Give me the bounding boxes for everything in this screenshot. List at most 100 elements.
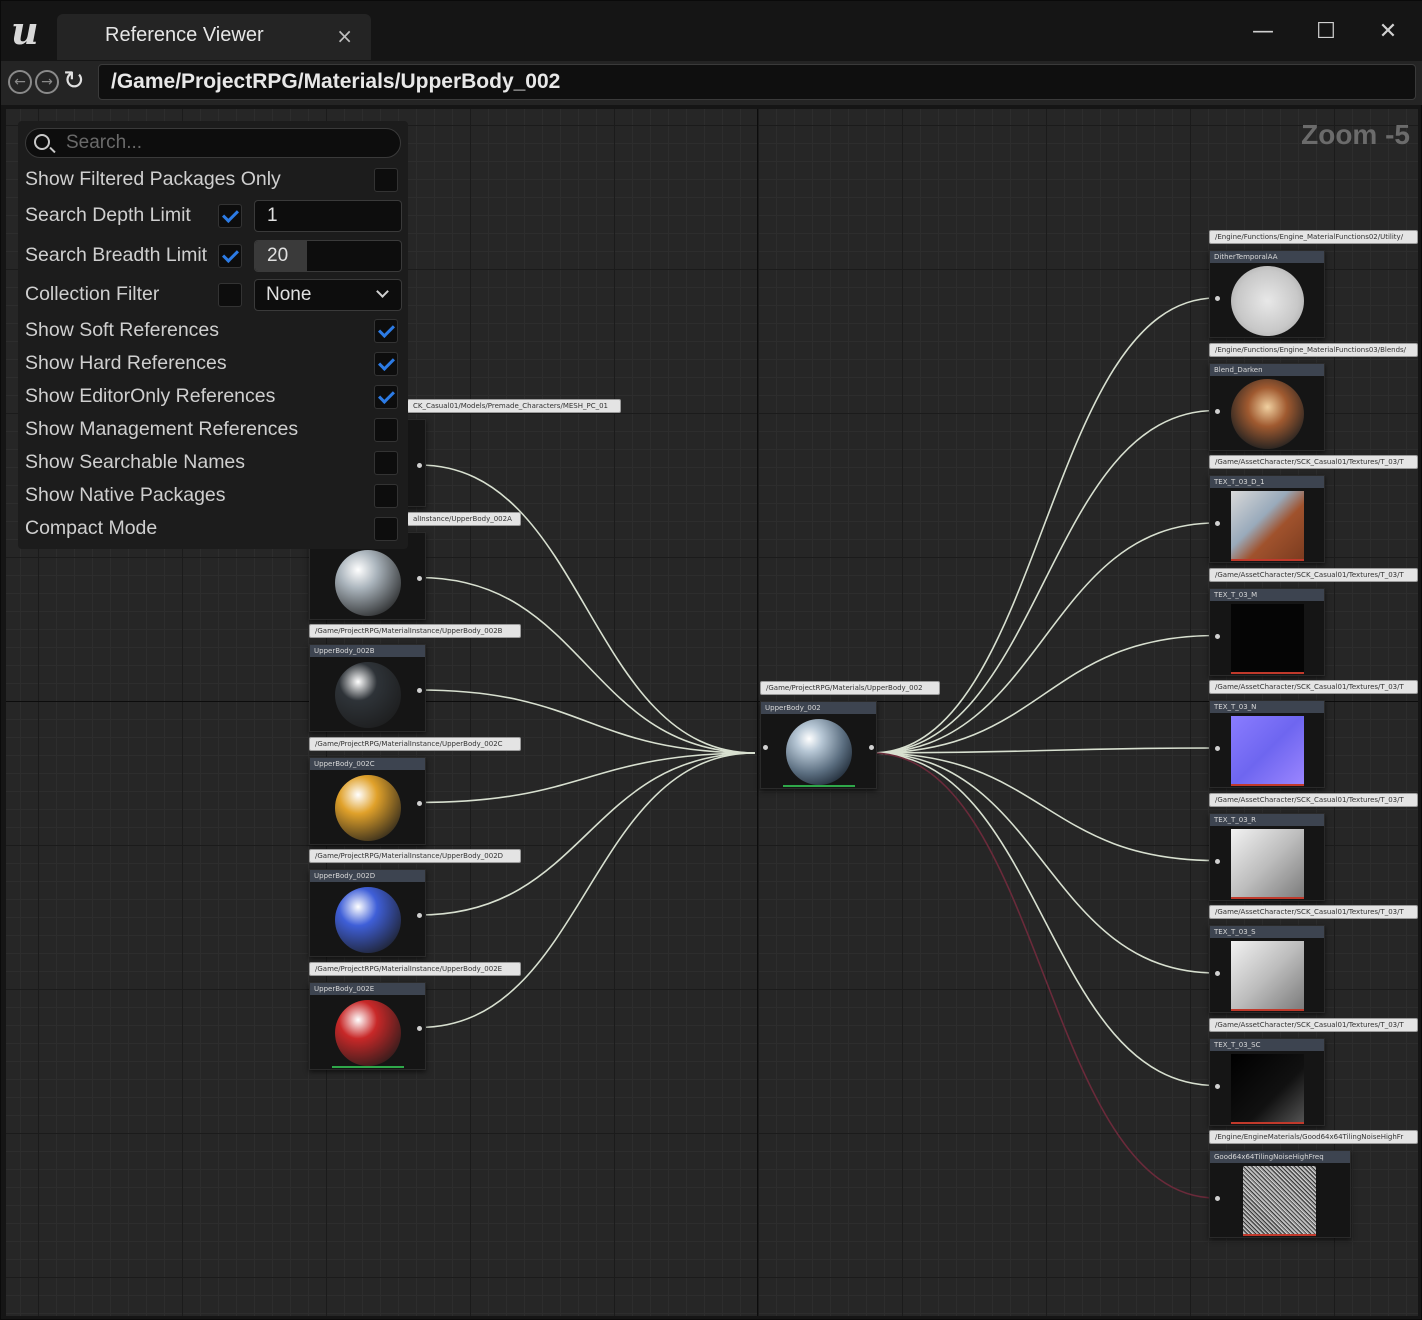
node-path-label: /Game/AssetCharacter/SCK_Casual01/Textur… (1209, 792, 1418, 807)
search-breadth-limit-checkbox[interactable] (218, 244, 242, 268)
show-native-packages-checkbox[interactable] (374, 484, 398, 508)
node-title: Good64x64TilingNoiseHighFreq (1210, 1151, 1350, 1163)
node-status-bar (1231, 1009, 1304, 1011)
input-pin[interactable] (1215, 1196, 1220, 1201)
input-pin[interactable] (1215, 746, 1220, 751)
show-filtered-packages-checkbox[interactable] (374, 168, 398, 192)
node-path-label: /Game/ProjectRPG/Materials/UpperBody_002 (760, 681, 940, 695)
node-path-label: /Engine/Functions/Engine_MaterialFunctio… (1209, 230, 1418, 244)
node-path-label: /Game/ProjectRPG/MaterialInstance/UpperB… (309, 736, 521, 751)
material-preview-sphere (1231, 378, 1304, 449)
collection-filter-dropdown[interactable]: None (254, 279, 402, 311)
dependency-wire (871, 522, 1217, 754)
show-management-references-label: Show Management References (25, 418, 299, 440)
node-title: UpperBody_002E (310, 982, 425, 995)
search-breadth-limit-label: Search Breadth Limit (25, 244, 208, 266)
dependency-wire (871, 752, 1217, 974)
output-pin[interactable] (417, 1025, 422, 1031)
output-pin[interactable] (417, 575, 422, 581)
node-title: UpperBody_002D (310, 870, 425, 882)
node-status-bar (1231, 559, 1304, 561)
material-preview-sphere (335, 549, 401, 616)
texture-thumbnail (1231, 828, 1304, 899)
dependency-wire (871, 752, 1217, 1199)
search-breadth-limit-field[interactable]: 20 (254, 240, 402, 272)
search-input[interactable] (66, 132, 386, 154)
show-searchable-names-checkbox[interactable] (374, 451, 398, 475)
collection-filter-checkbox[interactable] (218, 283, 242, 307)
show-native-packages-label: Show Native Packages (25, 484, 226, 506)
node-status-bar (1231, 671, 1304, 674)
node-title: UpperBody_002C (310, 757, 425, 770)
input-pin[interactable] (1215, 971, 1220, 976)
asset-path-text: /Game/ProjectRPG/Materials/UpperBody_002 (111, 70, 561, 93)
minimize-icon[interactable]: — (1248, 17, 1278, 47)
node-path-label: /Game/AssetCharacter/SCK_Casual01/Textur… (1209, 905, 1418, 919)
input-pin[interactable] (763, 745, 768, 750)
collection-filter-label: Collection Filter (25, 283, 160, 305)
compact-mode-checkbox[interactable] (374, 517, 398, 541)
input-pin[interactable] (1215, 858, 1220, 864)
show-management-references-checkbox[interactable] (374, 418, 398, 442)
referencer-wire (418, 576, 756, 754)
asset-path-field[interactable]: /Game/ProjectRPG/Materials/UpperBody_002 (98, 64, 1416, 100)
tab-reference-viewer[interactable]: Reference Viewer × (57, 14, 371, 60)
texture-thumbnail (1231, 1053, 1304, 1124)
maximize-icon[interactable]: ☐ (1311, 17, 1341, 47)
node-path-label: /Game/AssetCharacter/SCK_Casual01/Textur… (1209, 455, 1418, 469)
node-status-bar (1231, 784, 1304, 786)
node-body: TEX_T_03_D_1 (1209, 475, 1325, 563)
output-pin[interactable] (869, 745, 874, 750)
node-body: TEX_T_03_N (1209, 700, 1325, 788)
texture-thumbnail (1243, 1166, 1316, 1236)
node-body: UpperBody_002E (309, 981, 426, 1070)
search-box[interactable] (25, 128, 401, 158)
compact-mode-label: Compact Mode (25, 517, 158, 539)
material-preview-sphere (335, 887, 401, 953)
search-icon (34, 134, 50, 150)
node-title: TEX_T_03_M (1210, 588, 1324, 601)
window-close-icon[interactable]: ✕ (1373, 17, 1403, 47)
address-toolbar: ← → ↻ /Game/ProjectRPG/Materials/UpperBo… (1, 61, 1422, 105)
node-status-bar (1231, 896, 1304, 899)
show-soft-references-checkbox[interactable] (374, 319, 398, 343)
input-pin[interactable] (1215, 521, 1220, 526)
output-pin[interactable] (417, 913, 422, 918)
node-title: Blend_Darken (1210, 363, 1324, 376)
node-path-label: /Engine/EngineMaterials/Good64x64TilingN… (1209, 1130, 1418, 1144)
show-hard-references-checkbox[interactable] (374, 352, 398, 376)
input-pin[interactable] (1215, 1083, 1220, 1089)
unreal-logo-icon: u (11, 8, 39, 53)
back-arrow-icon[interactable]: ← (8, 70, 32, 94)
node-path-label: /Game/AssetCharacter/SCK_Casual01/Textur… (1209, 1017, 1418, 1032)
input-pin[interactable] (1215, 408, 1220, 414)
node-body: TEX_T_03_SC (1209, 1037, 1325, 1126)
tab-close-icon[interactable]: × (336, 24, 353, 48)
dependency-wire (871, 409, 1217, 754)
refresh-icon[interactable]: ↻ (63, 67, 91, 95)
input-pin[interactable] (1215, 633, 1220, 639)
search-depth-limit-field[interactable]: 1 (254, 200, 402, 232)
collection-filter-value: None (266, 284, 312, 305)
show-editoronly-references-label: Show EditorOnly References (25, 385, 276, 407)
output-pin[interactable] (417, 688, 422, 693)
output-pin[interactable] (417, 800, 422, 806)
node-body: UpperBody_002C (309, 756, 426, 845)
node-title: TEX_T_03_D_1 (1210, 476, 1324, 488)
forward-arrow-icon[interactable]: → (35, 70, 59, 94)
search-depth-limit-checkbox[interactable] (218, 204, 242, 228)
show-editoronly-references-checkbox[interactable] (374, 385, 398, 409)
referencer-wire (418, 752, 756, 804)
output-pin[interactable] (417, 463, 422, 468)
input-pin[interactable] (1215, 296, 1220, 301)
material-preview-sphere (335, 662, 401, 728)
material-preview-sphere (786, 719, 852, 785)
node-title: UpperBody_002B (310, 645, 425, 657)
node-path-label: /Game/ProjectRPG/MaterialInstance/UpperB… (309, 849, 521, 863)
node-path-label: CK_Casual01/Models/Premade_Characters/ME… (407, 399, 621, 413)
texture-thumbnail (1231, 491, 1304, 561)
settings-panel: Show Filtered Packages Only Search Depth… (18, 121, 408, 549)
node-body: Good64x64TilingNoiseHighFreq (1209, 1150, 1351, 1238)
node-body: TEX_T_03_M (1209, 587, 1325, 676)
search-depth-limit-value: 1 (267, 205, 278, 226)
